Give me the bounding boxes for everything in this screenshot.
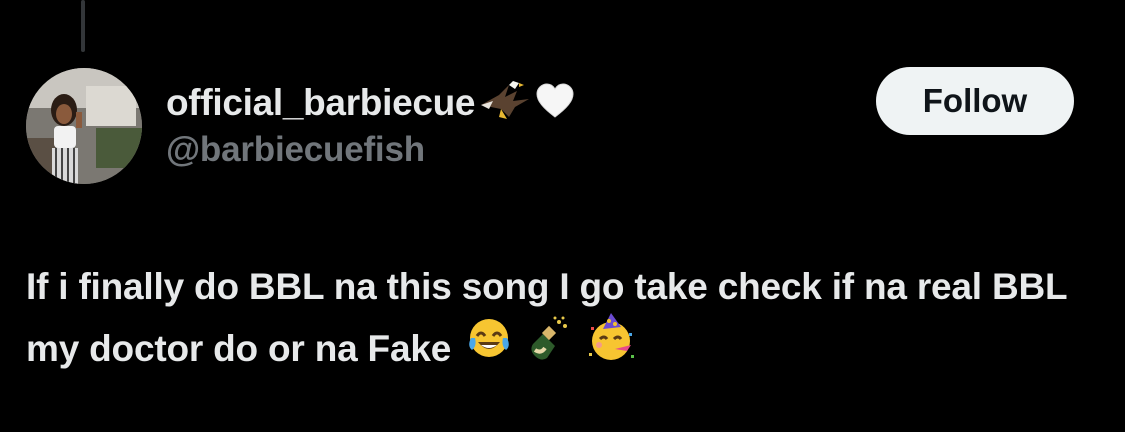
tears-of-joy-emoji-icon xyxy=(467,316,511,378)
partying-face-emoji-icon xyxy=(587,313,637,381)
display-name[interactable]: official_barbiecue xyxy=(166,82,476,124)
follow-button[interactable]: Follow xyxy=(876,67,1074,135)
user-handle[interactable]: @barbiecuefish xyxy=(166,130,575,170)
avatar[interactable] xyxy=(26,68,142,184)
thread-connector-line xyxy=(81,0,85,52)
tweet-body: If i finally do BBL na this song I go ta… xyxy=(26,256,1106,385)
display-name-row: official_barbiecue xyxy=(166,78,575,128)
eagle-icon xyxy=(479,79,531,128)
white-heart-icon xyxy=(535,82,575,125)
user-info: official_barbiecue @barbiecuefish xyxy=(166,78,575,170)
champagne-bottle-icon xyxy=(527,314,571,380)
